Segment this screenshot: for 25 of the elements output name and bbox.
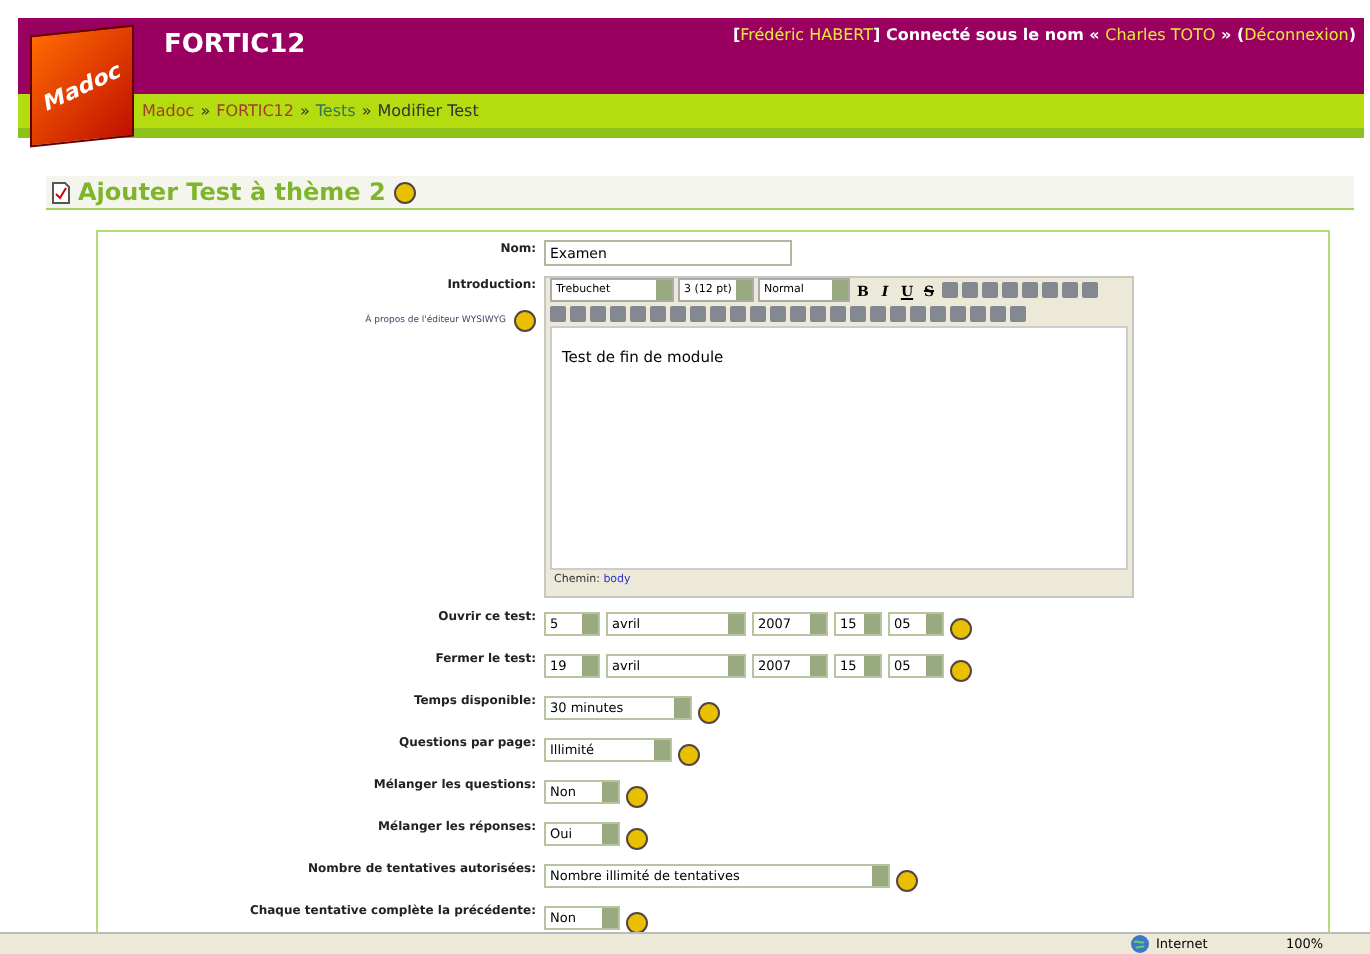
help-icon[interactable]	[625, 828, 648, 850]
help-icon[interactable]	[625, 786, 648, 808]
site-title: FORTIC12	[164, 30, 306, 64]
help-icon[interactable]	[950, 660, 972, 682]
user-info: [Frédéric HABERT] Connecté sous le nom « Charles TOTO » (Déconnexion)	[732, 26, 1356, 48]
help-icon[interactable]	[895, 870, 918, 892]
help-icon[interactable]	[393, 181, 416, 203]
breadcrumb-current: Modifier Test	[377, 102, 479, 120]
breadcrumb-separator: »	[299, 102, 310, 120]
breadcrumb-separator: »	[361, 102, 372, 120]
user-link[interactable]: Frédéric HABERT	[740, 26, 874, 44]
logout-link[interactable]: Déconnexion	[1244, 26, 1349, 44]
help-icon[interactable]	[677, 744, 700, 766]
section-heading: Ajouter Test à thème 2	[78, 178, 386, 206]
document-icon	[52, 181, 70, 203]
help-icon[interactable]	[950, 618, 972, 640]
breadcrumb-link[interactable]: FORTIC12	[216, 102, 294, 120]
login-name-link[interactable]: Charles TOTO	[1105, 26, 1216, 44]
globe-icon	[1130, 934, 1150, 954]
breadcrumb-link[interactable]: Tests	[315, 102, 356, 120]
breadcrumb-separator: »	[200, 102, 211, 120]
breadcrumb-link[interactable]: Madoc	[142, 102, 195, 120]
help-icon[interactable]	[698, 702, 720, 724]
help-icon[interactable]	[514, 310, 536, 332]
help-icon[interactable]	[625, 912, 648, 932]
